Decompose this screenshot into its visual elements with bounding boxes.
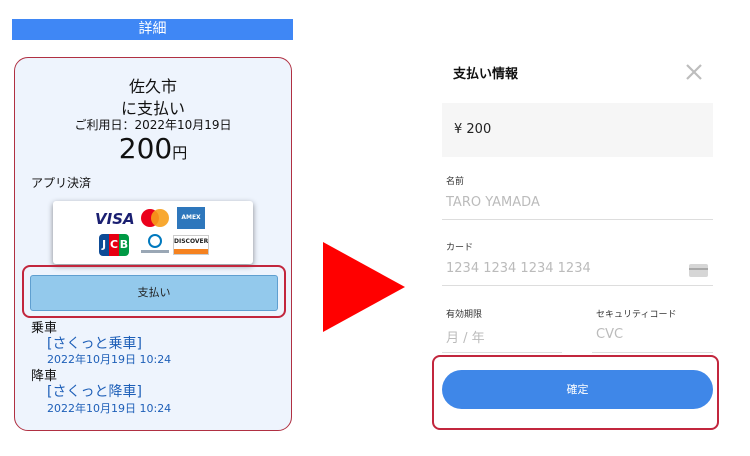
amount-unit: 円 [172,144,188,162]
cvc-underline [592,352,713,353]
diners-logo [141,234,169,258]
credit-card-icon [689,264,708,277]
pay-button[interactable]: 支払い [30,275,278,311]
alighting-time: 2022年10月19日 10:24 [47,402,172,415]
boarding-link[interactable]: [さくっと乗車] [47,333,142,353]
receipt-card: 佐久市 に支払い ご利用日：2022年10月19日 200円 アプリ決済 VIS… [14,57,292,431]
expiry-input[interactable]: 月 / 年 [446,327,485,346]
card-number-input[interactable]: 1234 1234 1234 1234 [446,261,591,276]
expiry-underline [442,352,562,353]
amount-field: ¥ 200 [442,103,713,157]
detail-header: 詳細 [12,19,293,40]
jcb-logo: JCB [99,234,129,256]
amex-logo: AMEX [177,207,205,229]
expiry-label: 有効期限 [446,310,483,320]
confirm-button[interactable]: 確定 [442,370,713,409]
alighting-link[interactable]: [さくっと降車] [47,381,142,401]
close-icon[interactable] [684,62,704,82]
cvc-input[interactable]: CVC [596,327,623,342]
amount-value: 200 [118,132,173,165]
payment-method-label: アプリ決済 [31,176,92,190]
payment-info-title: 支払い情報 [453,67,519,82]
visa-logo: VISA [95,210,135,228]
usage-date: ご利用日：2022年10月19日 [74,118,232,132]
name-input[interactable]: TARO YAMADA [446,195,540,210]
mastercard-logo [141,209,169,227]
name-label: 名前 [446,177,465,187]
cvc-label: セキュリティコード [596,310,677,320]
card-brand-logos: VISA AMEX JCB DISCOVER [53,201,253,264]
card-label: カード [446,243,474,253]
merchant-name: 佐久市 [128,77,177,96]
card-underline [442,285,713,286]
name-underline [442,219,713,220]
next-step-arrow-icon [323,242,405,332]
discover-logo: DISCOVER [173,235,209,255]
amount: 200円 [15,132,291,165]
boarding-time: 2022年10月19日 10:24 [47,353,172,366]
